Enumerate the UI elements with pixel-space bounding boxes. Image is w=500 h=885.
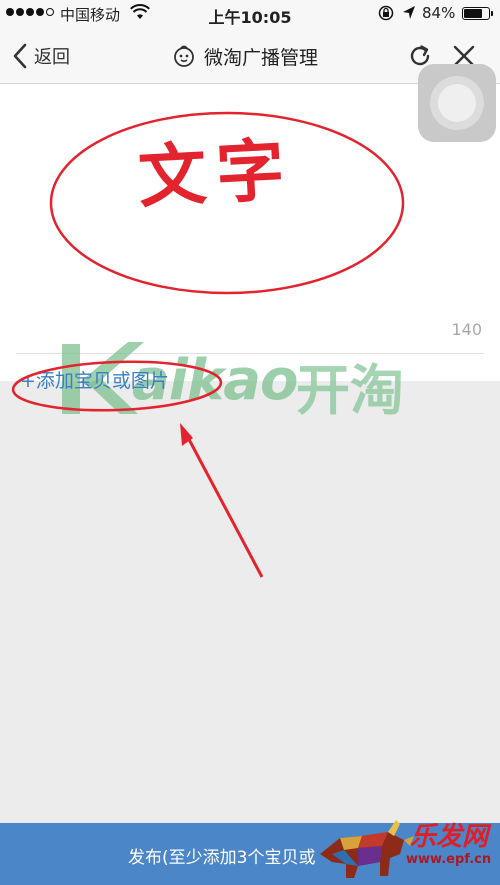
annotation-arrowhead bbox=[180, 423, 193, 446]
location-arrow-icon bbox=[403, 6, 415, 19]
chevron-left-icon bbox=[13, 43, 27, 69]
char-count: 140 bbox=[451, 320, 482, 339]
battery-icon bbox=[462, 7, 493, 20]
corner-logo-chinese: 乐发网 bbox=[410, 822, 489, 852]
face-avatar-icon bbox=[174, 45, 194, 67]
divider bbox=[16, 353, 484, 354]
annotation-arrow bbox=[182, 429, 264, 578]
page-title-text: 微淘广播管理 bbox=[204, 46, 319, 69]
back-label: 返回 bbox=[34, 47, 70, 68]
publish-label: 发布(至少添加3个宝贝或 bbox=[128, 848, 316, 868]
status-bar: 中国移动 上午10:05 84% bbox=[0, 0, 500, 28]
page-title: 微淘广播管理 bbox=[172, 40, 318, 72]
battery-percent: 84% bbox=[422, 4, 456, 22]
assistive-touch-button[interactable] bbox=[418, 64, 496, 142]
back-button[interactable]: 返回 bbox=[12, 40, 70, 72]
corner-logo: 乐发网 www.epf.cn bbox=[318, 814, 500, 885]
battery-fill bbox=[464, 9, 483, 18]
annotation-text: 文字 bbox=[136, 129, 297, 219]
corner-logo-url: www.epf.cn bbox=[406, 852, 492, 867]
add-item-or-image-link[interactable]: +添加宝贝或图片 bbox=[20, 366, 169, 393]
rotation-lock-icon bbox=[378, 5, 394, 21]
